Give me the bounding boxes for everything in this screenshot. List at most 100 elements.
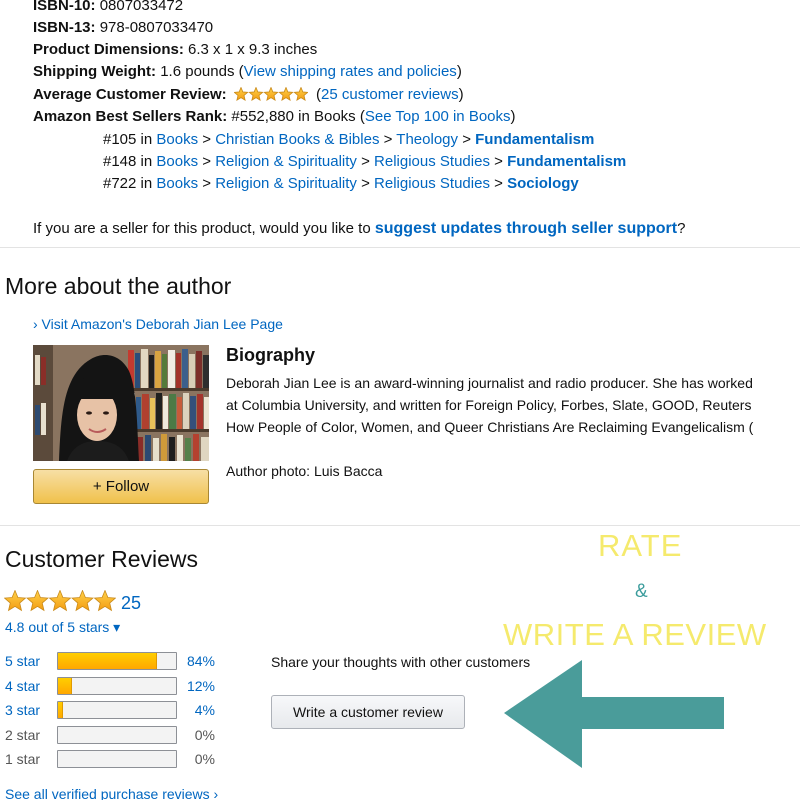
breadcrumb-separator: >: [361, 153, 370, 170]
author-photo[interactable]: [33, 345, 209, 461]
rank-row: #148 in Books > Religion & Spirituality …: [103, 151, 626, 173]
seller-support-link[interactable]: suggest updates through seller support: [375, 220, 677, 237]
follow-button[interactable]: + Follow: [33, 469, 209, 504]
histogram-bar[interactable]: [57, 701, 177, 719]
write-review-button[interactable]: Write a customer review: [271, 695, 465, 729]
histogram-bar[interactable]: [57, 652, 177, 670]
rating-summary-dropdown[interactable]: 4.8 out of 5 stars ▾: [5, 619, 120, 636]
avg-review-row: Average Customer Review: (25 customer re…: [33, 84, 464, 108]
bio-line: Deborah Jian Lee is an award-winning jou…: [226, 375, 753, 391]
seller-row: If you are a seller for this product, wo…: [33, 218, 685, 240]
histogram-row[interactable]: 4 star 12%: [5, 676, 235, 696]
star-icon: [233, 86, 249, 102]
category-link[interactable]: Religious Studies: [374, 153, 490, 170]
histogram-percent: 0%: [194, 751, 215, 767]
histogram-percent[interactable]: 12%: [177, 678, 215, 694]
arrow-left-icon: [504, 660, 724, 768]
shipping-rates-link[interactable]: View shipping rates and policies: [244, 63, 457, 80]
category-link[interactable]: Religion & Spirituality: [215, 175, 357, 192]
category-link[interactable]: Religious Studies: [374, 175, 490, 192]
star-icon: [263, 86, 279, 102]
category-link[interactable]: Theology: [396, 131, 458, 148]
histogram-row[interactable]: 3 star 4%: [5, 700, 235, 720]
isbn13-row: ISBN-13: 978-0807033470: [33, 17, 213, 39]
star-icon: [3, 589, 27, 612]
isbn10-label: ISBN-10:: [33, 0, 96, 14]
overlay-rate-text: RATE: [598, 528, 683, 563]
histogram-fill: [58, 678, 73, 694]
bsr-row: Amazon Best Sellers Rank: #552,880 in Bo…: [33, 106, 516, 128]
rank-number: #105 in: [103, 131, 153, 148]
photo-credit: Author photo: Luis Bacca: [226, 463, 383, 479]
star-icon: [248, 86, 264, 102]
histogram-fill: [58, 702, 63, 718]
customer-reviews-heading: Customer Reviews: [5, 546, 198, 572]
histogram-fill: [58, 653, 158, 669]
share-thoughts-text: Share your thoughts with other customers: [271, 654, 531, 670]
bio-line: at Columbia University, and written for …: [226, 397, 752, 413]
see-all-reviews-link[interactable]: See all verified purchase reviews ›: [5, 786, 218, 800]
section-divider: [0, 247, 800, 248]
breadcrumb-separator: >: [202, 131, 212, 148]
avg-review-close: ): [458, 86, 464, 103]
biography-heading: Biography: [226, 345, 316, 365]
seller-prefix: If you are a seller for this product, wo…: [33, 220, 371, 237]
histogram-star-label: 1 star: [5, 751, 41, 767]
breadcrumb-separator: >: [202, 153, 212, 170]
bio-line: How People of Color, Women, and Queer Ch…: [226, 419, 754, 435]
isbn13-label: ISBN-13:: [33, 19, 96, 36]
histogram-row[interactable]: 5 star 84%: [5, 651, 235, 671]
histogram-percent[interactable]: 84%: [177, 653, 215, 669]
isbn13-value: 978-0807033470: [99, 19, 214, 36]
star-icon: [71, 589, 94, 612]
dimensions-label: Product Dimensions:: [33, 41, 184, 58]
breadcrumb-separator: >: [383, 131, 393, 148]
bsr-label: Amazon Best Sellers Rank:: [33, 108, 228, 125]
top-100-link[interactable]: See Top 100 in Books: [365, 108, 511, 125]
histogram-star-label[interactable]: 3 star: [5, 702, 40, 718]
histogram-row: 1 star 0%: [5, 749, 235, 769]
seller-suffix: ?: [677, 220, 686, 237]
histogram-bar[interactable]: [57, 677, 177, 695]
weight-value: 1.6 pounds (: [160, 63, 244, 80]
rank-row: #105 in Books > Christian Books & Bibles…: [103, 129, 594, 151]
customer-reviews-link[interactable]: 25 customer reviews: [321, 86, 459, 103]
weight-label: Shipping Weight:: [33, 63, 157, 80]
rating-stars-icon[interactable]: [3, 589, 117, 617]
category-link[interactable]: Books: [156, 153, 198, 170]
avg-review-stars-icon[interactable]: [233, 86, 309, 108]
rank-row: #722 in Books > Religion & Spirituality …: [103, 173, 579, 195]
histogram-row: 2 star 0%: [5, 725, 235, 745]
category-link[interactable]: Christian Books & Bibles: [215, 131, 379, 148]
author-heading: More about the author: [5, 273, 232, 299]
rank-number: #722 in: [103, 175, 153, 192]
bsr-close: ): [510, 108, 516, 125]
avg-review-label: Average Customer Review:: [33, 86, 227, 103]
category-link-final[interactable]: Fundamentalism: [475, 131, 594, 148]
breadcrumb-separator: >: [361, 175, 370, 192]
category-link[interactable]: Religion & Spirituality: [215, 153, 357, 170]
category-link[interactable]: Books: [156, 175, 198, 192]
bsr-value: #552,880 in Books (: [231, 108, 365, 125]
dimensions-value: 6.3 x 1 x 9.3 inches: [188, 41, 318, 58]
breadcrumb-separator: >: [494, 153, 503, 170]
isbn10-value: 0807033472: [99, 0, 184, 14]
review-count-link[interactable]: 25: [121, 593, 141, 614]
author-page-link[interactable]: › Visit Amazon's Deborah Jian Lee Page: [33, 316, 283, 332]
histogram-star-label[interactable]: 5 star: [5, 653, 40, 669]
histogram-star-label: 2 star: [5, 727, 41, 743]
category-link[interactable]: Books: [156, 131, 198, 148]
category-link-final[interactable]: Sociology: [507, 175, 579, 192]
category-link-final[interactable]: Fundamentalism: [507, 153, 626, 170]
section-divider: [0, 525, 800, 526]
overlay-write-review-text: WRITE A REVIEW: [503, 617, 767, 652]
histogram-percent[interactable]: 4%: [177, 702, 215, 718]
histogram-star-label[interactable]: 4 star: [5, 678, 40, 694]
overlay-amp-text: &: [635, 581, 648, 602]
breadcrumb-separator: >: [494, 175, 503, 192]
weight-row: Shipping Weight: 1.6 pounds (View shippi…: [33, 61, 462, 83]
star-icon: [278, 86, 294, 102]
isbn10-row: ISBN-10: 0807033472: [33, 0, 183, 17]
histogram-percent: 0%: [194, 727, 215, 743]
star-icon: [293, 86, 309, 102]
